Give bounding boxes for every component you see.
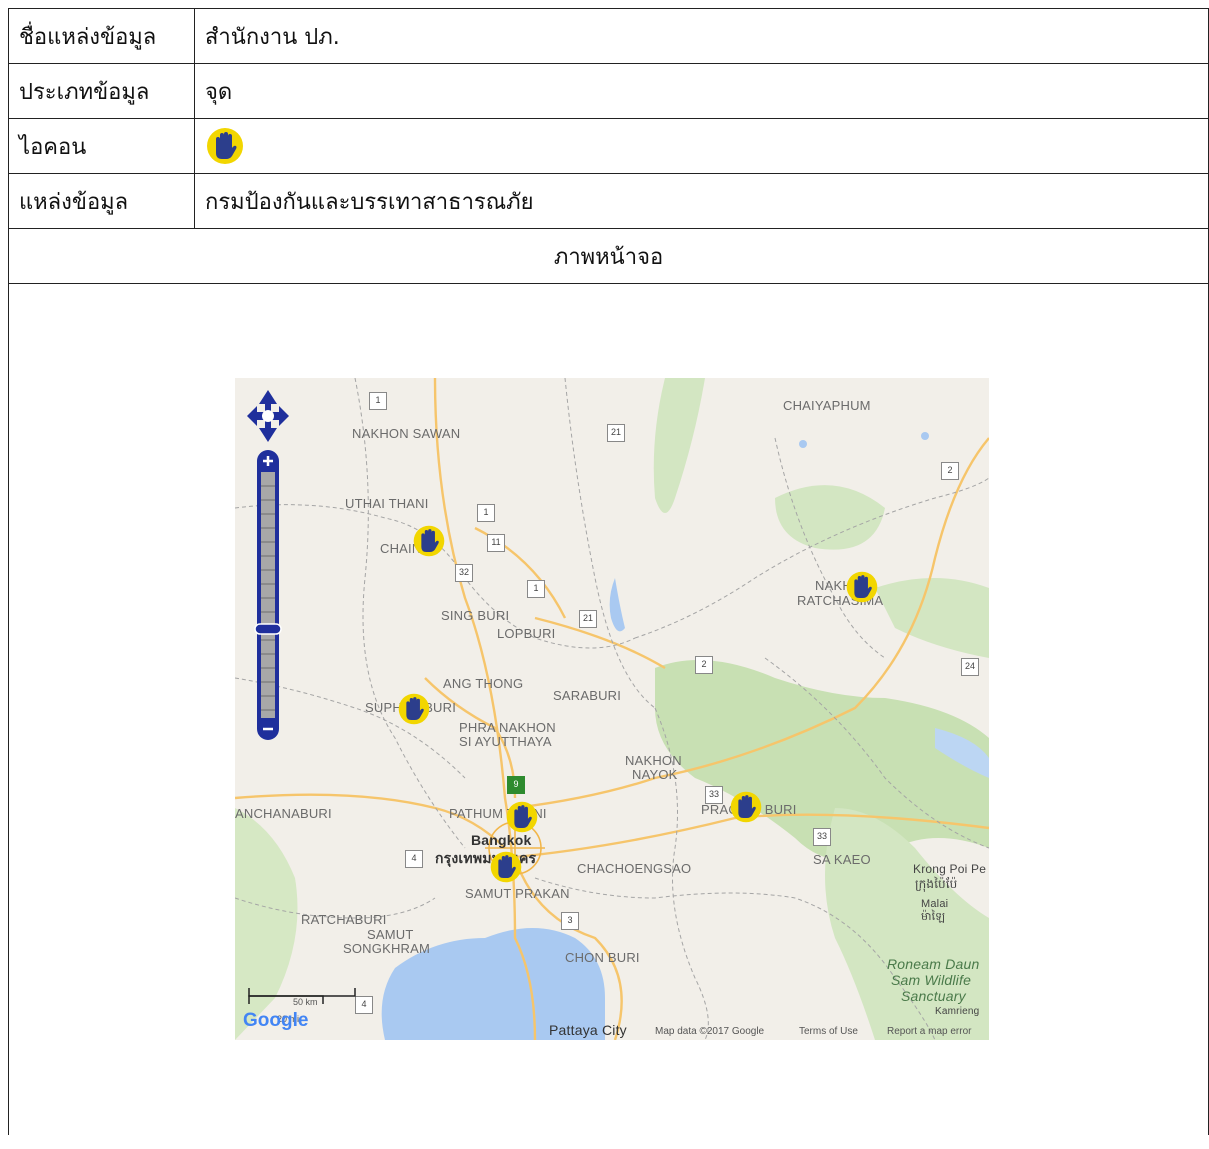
hand-marker-icon[interactable] [505, 800, 539, 834]
google-logo: Google [243, 1010, 309, 1031]
zoom-in-icon[interactable] [259, 452, 277, 470]
label-lopburi: LOPBURI [497, 626, 556, 641]
label-chachoengsao: CHACHOENGSAO [577, 861, 692, 876]
road-shield: 2 [941, 462, 959, 480]
label-phra-nakhon-2: SI AYUTTHAYA [459, 734, 552, 749]
label-malai: Malai [921, 898, 949, 910]
zoom-out-icon[interactable] [259, 720, 277, 738]
value-source-name: สำนักงาน ปภ. [194, 8, 1209, 64]
road-shield: 33 [705, 786, 723, 804]
label-ratchaburi: RATCHABURI [301, 912, 387, 927]
screenshot-header: ภาพหน้าจอ [8, 228, 1209, 284]
road-shield: 4 [355, 996, 373, 1014]
screenshot-cell: NAKHON SAWAN CHAIYAPHUM UTHAI THANI CHAI… [8, 283, 1209, 1135]
hand-marker-icon [207, 128, 243, 164]
road-shield: 21 [607, 424, 625, 442]
label-source-name: ชื่อแหล่งข้อมูล [8, 8, 195, 64]
road-shield: 32 [455, 564, 473, 582]
label-kamrieng: Kamrieng [935, 1006, 980, 1017]
scale-km: 50 km [293, 997, 318, 1007]
label-saraburi: SARABURI [553, 688, 622, 703]
label-roneam-2: Sam Wildlife [891, 972, 972, 988]
road-shield: 21 [579, 610, 597, 628]
info-table: ชื่อแหล่งข้อมูล สำนักงาน ปภ. ประเภทข้อมู… [8, 8, 1209, 1135]
terms-of-use-link[interactable]: Terms of Use [799, 1026, 858, 1037]
label-roneam-1: Roneam Daun [887, 956, 980, 972]
value-data-type: จุด [194, 63, 1209, 119]
hand-marker-icon[interactable] [412, 524, 446, 558]
map-screenshot[interactable]: NAKHON SAWAN CHAIYAPHUM UTHAI THANI CHAI… [235, 378, 989, 1040]
hand-marker-icon[interactable] [489, 850, 523, 884]
label-roneam-3: Sanctuary [901, 988, 966, 1004]
road-shield: 24 [961, 658, 979, 676]
label-samut-songkhram-1: SAMUT [367, 927, 414, 942]
label-uthai-thani: UTHAI THANI [345, 496, 429, 511]
label-phra-nakhon-1: PHRA NAKHON [459, 720, 556, 735]
road-shield: 3 [561, 912, 579, 930]
label-nakhon-nayok-1: NAKHON [625, 753, 682, 768]
road-shield: 1 [369, 392, 387, 410]
road-shield: 33 [813, 828, 831, 846]
road-shield: 1 [527, 580, 545, 598]
label-sa-kaeo: SA KAEO [813, 852, 871, 867]
label-icon: ไอคอน [8, 118, 195, 174]
road-shield: 9 [507, 776, 525, 794]
label-samut-songkhram-2: SONGKHRAM [343, 941, 431, 956]
value-data-source: กรมป้องกันและบรรเทาสาธารณภัย [194, 173, 1209, 229]
value-icon [194, 118, 1209, 174]
label-bangkok-en: Bangkok [471, 832, 532, 848]
label-sing-buri: SING BURI [441, 608, 510, 623]
road-shield: 2 [695, 656, 713, 674]
hand-marker-icon[interactable] [397, 692, 431, 726]
row-screenshot: NAKHON SAWAN CHAIYAPHUM UTHAI THANI CHAI… [8, 283, 1209, 1135]
pan-arrows-icon[interactable] [247, 390, 289, 442]
row-data-type: ประเภทข้อมูล จุด [8, 63, 1209, 119]
label-krong-poi: Krong Poi Pe [913, 862, 987, 876]
label-ang-thong: ANG THONG [443, 676, 524, 691]
label-nakhon-sawan: NAKHON SAWAN [352, 426, 461, 441]
row-icon: ไอคอน [8, 118, 1209, 174]
label-krong-poi-km: ក្រុងប៉ៃប៉ែ [915, 877, 958, 891]
label-chon-buri: CHON BURI [565, 950, 640, 965]
row-screenshot-header: ภาพหน้าจอ [8, 228, 1209, 284]
label-data-type: ประเภทข้อมูล [8, 63, 195, 119]
label-samut-prakan: SAMUT PRAKAN [465, 886, 570, 901]
row-source-name: ชื่อแหล่งข้อมูล สำนักงาน ปภ. [8, 8, 1209, 64]
map-data-attribution: Map data ©2017 Google [655, 1026, 765, 1037]
road-shield: 11 [487, 534, 505, 552]
label-pattaya: Pattaya City [549, 1022, 627, 1038]
label-malai-km: ម៉ាឡៃ [921, 911, 946, 923]
label-nakhon-nayok-2: NAYOK [632, 767, 678, 782]
map-zoom-control[interactable] [245, 388, 291, 748]
hand-marker-icon[interactable] [845, 570, 879, 604]
label-data-source: แหล่งข้อมูล [8, 173, 195, 229]
hand-marker-icon[interactable] [729, 790, 763, 824]
road-shield: 4 [405, 850, 423, 868]
label-kanchanaburi: ANCHANABURI [235, 806, 332, 821]
row-data-source: แหล่งข้อมูล กรมป้องกันและบรรเทาสาธารณภัย [8, 173, 1209, 229]
road-shield: 1 [477, 504, 495, 522]
label-chaiyaphum: CHAIYAPHUM [783, 398, 871, 413]
report-map-error-link[interactable]: Report a map error [887, 1026, 971, 1037]
